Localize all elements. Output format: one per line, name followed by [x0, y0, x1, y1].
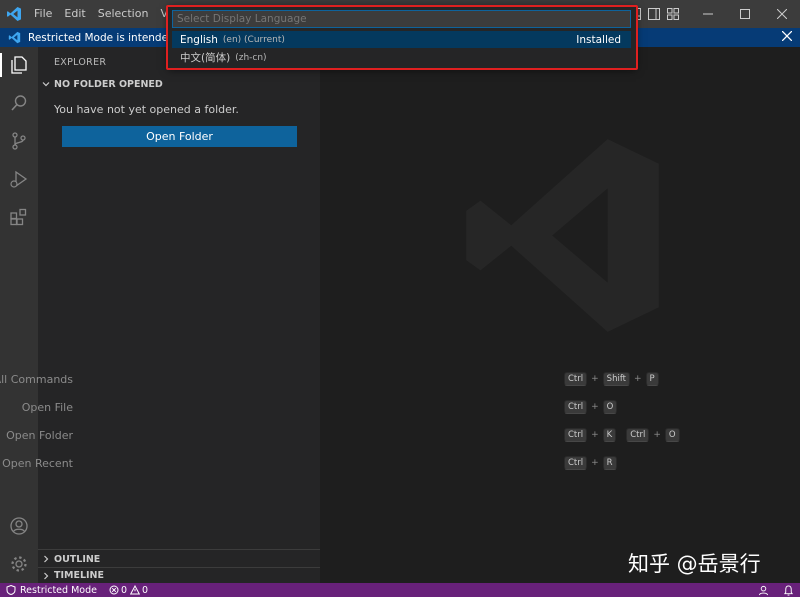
- key: K: [602, 428, 617, 442]
- language-option-zh-cn[interactable]: 中文(简体) (zh-cn): [172, 49, 631, 66]
- status-right: [758, 583, 794, 597]
- explorer-icon[interactable]: [7, 53, 31, 77]
- window-controls: [608, 0, 800, 28]
- shortcut-label: Show All Commands: [0, 372, 73, 386]
- outline-section-header[interactable]: OUTLINE: [38, 551, 320, 567]
- option-description: (en) (Current): [222, 34, 285, 45]
- close-window-button[interactable]: [763, 0, 800, 28]
- no-folder-message: You have not yet opened a folder.: [54, 103, 239, 116]
- vscode-watermark-icon: [466, 139, 659, 332]
- shortcut-keys: Ctrl + Shift + P: [564, 372, 659, 386]
- source-control-icon[interactable]: [7, 129, 31, 153]
- key: Ctrl: [564, 372, 588, 386]
- error-count: 0: [120, 584, 128, 596]
- menu-edit[interactable]: Edit: [58, 0, 91, 28]
- run-debug-icon[interactable]: [7, 167, 31, 191]
- manage-gear-icon[interactable]: [7, 552, 31, 576]
- vscode-logo-icon: [0, 31, 28, 44]
- key: Ctrl: [626, 428, 650, 442]
- key-separator: +: [634, 374, 642, 384]
- shortcut-keys: Ctrl + O: [564, 400, 618, 414]
- language-search-input[interactable]: [172, 10, 631, 28]
- key: O: [602, 400, 618, 414]
- editor-area: Show All Commands Ctrl + Shift + P Open …: [0, 47, 800, 583]
- display-language-quickpick: English (en) (Current) Installed 中文(简体) …: [168, 7, 636, 70]
- open-folder-button[interactable]: Open Folder: [62, 126, 297, 147]
- chevron-down-icon: [38, 80, 54, 88]
- sidebar-bottom-sections: OUTLINE TIMELINE: [38, 549, 320, 582]
- section-title: NO FOLDER OPENED: [54, 78, 163, 90]
- zhihu-watermark: 知乎 @岳景行: [628, 552, 761, 576]
- restricted-mode-label: Restricted Mode: [20, 584, 97, 596]
- no-folder-section-header[interactable]: NO FOLDER OPENED: [38, 76, 163, 92]
- menu-selection[interactable]: Selection: [92, 0, 155, 28]
- shortcut-label: Open File: [21, 400, 73, 414]
- key-separator: +: [591, 458, 599, 468]
- key: R: [602, 456, 617, 470]
- shortcut-keys: Ctrl + R: [564, 456, 617, 470]
- status-bar: Restricted Mode 0 0: [0, 583, 800, 597]
- customize-layout-icon[interactable]: [665, 6, 681, 22]
- outline-label: OUTLINE: [54, 553, 101, 565]
- warning-icon: [130, 585, 141, 595]
- search-icon[interactable]: [7, 91, 31, 115]
- option-description: (zh-cn): [235, 52, 267, 63]
- key: Ctrl: [564, 428, 588, 442]
- key: O: [664, 428, 680, 442]
- minimize-button[interactable]: [689, 0, 726, 28]
- key-separator: +: [591, 374, 599, 384]
- close-icon[interactable]: [781, 29, 793, 45]
- key: P: [645, 372, 659, 386]
- menu-file[interactable]: File: [28, 0, 58, 28]
- key: Ctrl: [564, 456, 588, 470]
- restricted-mode-status[interactable]: Restricted Mode: [0, 583, 103, 597]
- chevron-right-icon: [38, 572, 54, 580]
- timeline-label: TIMELINE: [54, 570, 104, 581]
- activity-bar: [0, 47, 38, 583]
- toggle-secondary-sidebar-icon[interactable]: [646, 6, 662, 22]
- shield-icon: [6, 585, 16, 595]
- shortcut-keys: Ctrl + K Ctrl + O: [564, 428, 680, 442]
- warning-count: 0: [142, 584, 149, 596]
- feedback-icon[interactable]: [758, 585, 769, 596]
- banner-message[interactable]: Restricted Mode is intended for sa: [28, 32, 176, 44]
- key: Ctrl: [564, 400, 588, 414]
- option-label: 中文(简体): [180, 52, 231, 64]
- extensions-icon[interactable]: [7, 205, 31, 229]
- chevron-right-icon: [38, 555, 54, 563]
- shortcut-label: Open Recent: [2, 456, 73, 470]
- sidebar-title: EXPLORER: [54, 57, 107, 68]
- key-separator: +: [653, 430, 661, 440]
- timeline-section-header[interactable]: TIMELINE: [38, 567, 320, 583]
- key-separator: +: [591, 402, 599, 412]
- vscode-logo-icon: [0, 0, 28, 28]
- language-option-english[interactable]: English (en) (Current) Installed: [172, 31, 631, 48]
- key: Shift: [602, 372, 630, 386]
- maximize-button[interactable]: [726, 0, 763, 28]
- error-icon: [109, 585, 119, 595]
- active-indicator: [0, 53, 2, 77]
- installed-badge: Installed: [576, 33, 621, 46]
- problems-status[interactable]: 0 0: [109, 585, 148, 596]
- option-label: English: [180, 33, 218, 46]
- key-separator: +: [591, 430, 599, 440]
- notifications-bell-icon[interactable]: [783, 584, 794, 596]
- shortcut-label: Open Folder: [6, 428, 73, 442]
- account-icon[interactable]: [7, 514, 31, 538]
- explorer-sidebar: EXPLORER NO FOLDER OPENED You have not y…: [38, 47, 320, 583]
